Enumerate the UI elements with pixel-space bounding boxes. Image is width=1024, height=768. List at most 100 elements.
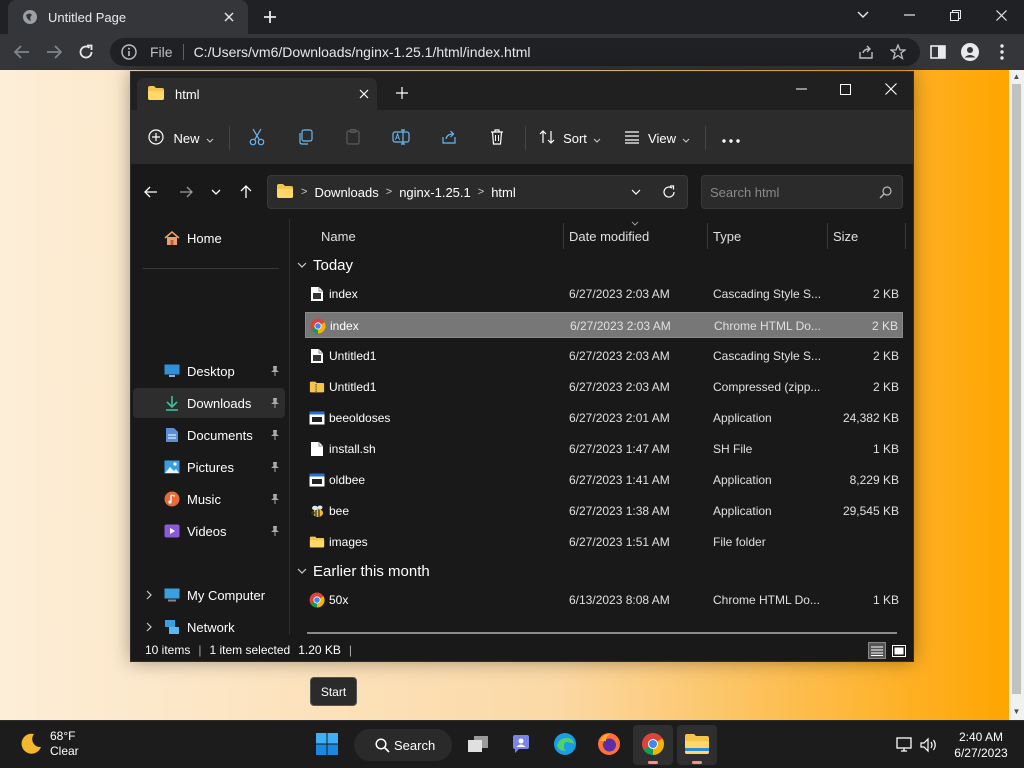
nav-item-videos[interactable]: Videos: [133, 516, 285, 546]
explorer-tab[interactable]: html: [137, 78, 377, 110]
nav-item-home[interactable]: Home: [133, 223, 285, 253]
firefox-button[interactable]: [589, 725, 629, 765]
url-text[interactable]: C:/Users/vm6/Downloads/nginx-1.25.1/html…: [194, 44, 531, 60]
file-row[interactable]: beeoldoses 6/27/2023 2:01 AM Application…: [305, 405, 903, 431]
volume-icon[interactable]: [919, 735, 939, 755]
column-separator[interactable]: [827, 223, 828, 249]
close-window-icon[interactable]: [871, 76, 911, 102]
column-separator[interactable]: [905, 223, 906, 249]
breadcrumb-html[interactable]: html: [491, 185, 516, 200]
tiles-view-button[interactable]: [890, 642, 908, 659]
cut-button[interactable]: [241, 122, 273, 154]
back-button[interactable]: [140, 181, 162, 203]
nav-item-pictures[interactable]: Pictures: [133, 452, 285, 482]
pin-icon[interactable]: [269, 364, 281, 378]
file-row[interactable]: images 6/27/2023 1:51 AM File folder: [305, 529, 903, 555]
new-tab-button[interactable]: [259, 6, 281, 28]
start-button[interactable]: [307, 725, 347, 765]
page-scrollbar[interactable]: ▲ ▼: [1009, 70, 1024, 720]
scroll-down-icon[interactable]: ▼: [1012, 707, 1021, 716]
breadcrumb-nginx[interactable]: nginx-1.25.1: [399, 185, 471, 200]
file-row[interactable]: 50x 6/13/2023 8:08 AM Chrome HTML Do... …: [305, 587, 903, 613]
chevron-right-icon[interactable]: [143, 621, 155, 633]
column-separator[interactable]: [707, 223, 708, 249]
bookmark-star-icon[interactable]: [888, 42, 908, 62]
file-explorer-button[interactable]: [677, 725, 717, 765]
column-header-date[interactable]: Date modified: [569, 219, 649, 253]
browser-tab[interactable]: Untitled Page: [8, 0, 248, 34]
share-button[interactable]: [433, 122, 465, 154]
column-header-type[interactable]: Type: [713, 219, 741, 253]
nav-item-downloads[interactable]: Downloads: [133, 388, 285, 418]
reload-button[interactable]: [74, 40, 98, 64]
pin-icon[interactable]: [269, 396, 281, 410]
scrollbar-thumb[interactable]: [1012, 84, 1021, 694]
profile-icon[interactable]: [960, 42, 980, 62]
column-separator[interactable]: [563, 223, 564, 249]
file-row[interactable]: install.sh 6/27/2023 1:47 AM SH File 1 K…: [305, 436, 903, 462]
info-icon[interactable]: [120, 43, 138, 61]
file-row[interactable]: bee 6/27/2023 1:38 AM Application 29,545…: [305, 498, 903, 524]
new-tab-button[interactable]: [393, 84, 411, 102]
task-view-button[interactable]: [458, 725, 498, 765]
chrome-button[interactable]: [633, 725, 673, 765]
address-bar[interactable]: File C:/Users/vm6/Downloads/nginx-1.25.1…: [110, 38, 920, 66]
up-button[interactable]: [235, 181, 257, 203]
menu-kebab-icon[interactable]: [992, 42, 1012, 62]
new-button[interactable]: New: [145, 122, 217, 154]
horizontal-scrollbar[interactable]: [307, 632, 897, 634]
close-window-icon[interactable]: [987, 3, 1015, 27]
search-input[interactable]: [710, 184, 870, 200]
nav-item-my-computer[interactable]: My Computer: [133, 580, 285, 610]
file-row[interactable]: oldbee 6/27/2023 1:41 AM Application 8,2…: [305, 467, 903, 493]
file-row[interactable]: Untitled1 6/27/2023 2:03 AM Compressed (…: [305, 374, 903, 400]
system-clock[interactable]: 2:40 AM 6/27/2023: [948, 729, 1014, 761]
column-header-name[interactable]: Name: [321, 219, 356, 253]
copy-button[interactable]: [289, 122, 321, 154]
minimize-icon[interactable]: [781, 76, 821, 102]
nav-item-documents[interactable]: Documents: [133, 420, 285, 450]
group-header-earlier-this-month[interactable]: Earlier this month: [295, 557, 430, 585]
scroll-up-icon[interactable]: ▲: [1012, 72, 1021, 81]
minimize-icon[interactable]: [895, 3, 923, 27]
refresh-icon[interactable]: [660, 183, 678, 201]
forward-button[interactable]: [175, 181, 197, 203]
breadcrumb-downloads[interactable]: Downloads: [314, 185, 378, 200]
tab-search-icon[interactable]: [849, 3, 877, 27]
close-tab-icon[interactable]: [220, 8, 238, 26]
recent-locations-button[interactable]: [205, 181, 227, 203]
pane-splitter[interactable]: [289, 219, 290, 635]
pin-icon[interactable]: [269, 492, 281, 506]
teams-chat-button[interactable]: [501, 725, 541, 765]
file-row[interactable]: Untitled1 6/27/2023 2:03 AM Cascading St…: [305, 343, 903, 369]
forward-button[interactable]: [42, 40, 66, 64]
chevron-right-icon[interactable]: [143, 589, 155, 601]
file-row[interactable]: index 6/27/2023 2:03 AM Cascading Style …: [305, 281, 903, 307]
share-icon[interactable]: [856, 42, 876, 62]
chevron-down-icon[interactable]: [628, 184, 644, 200]
network-status-icon[interactable]: [895, 735, 915, 755]
pin-icon[interactable]: [269, 428, 281, 442]
nav-item-network[interactable]: Network: [133, 612, 285, 642]
view-button[interactable]: View: [621, 122, 693, 154]
column-header-size[interactable]: Size: [833, 219, 858, 253]
edge-button[interactable]: [545, 725, 585, 765]
group-header-today[interactable]: Today: [295, 251, 353, 279]
breadcrumb[interactable]: > Downloads > nginx-1.25.1 > html: [267, 175, 688, 209]
delete-button[interactable]: [481, 122, 513, 154]
pin-icon[interactable]: [269, 460, 281, 474]
nav-item-music[interactable]: Music: [133, 484, 285, 514]
taskbar-search[interactable]: Search: [354, 729, 452, 761]
maximize-icon[interactable]: [825, 76, 865, 102]
nav-item-desktop[interactable]: Desktop: [133, 356, 285, 386]
file-row-selected[interactable]: index 6/27/2023 2:03 AM Chrome HTML Do..…: [305, 312, 903, 338]
details-view-button[interactable]: [868, 642, 886, 659]
back-button[interactable]: [10, 40, 34, 64]
weather-widget[interactable]: 68°F Clear: [18, 729, 79, 759]
rename-button[interactable]: [385, 122, 417, 154]
close-tab-icon[interactable]: [351, 83, 377, 105]
pin-icon[interactable]: [269, 524, 281, 538]
sort-button[interactable]: Sort: [535, 122, 605, 154]
search-box[interactable]: [701, 175, 903, 209]
see-more-button[interactable]: [715, 122, 747, 154]
